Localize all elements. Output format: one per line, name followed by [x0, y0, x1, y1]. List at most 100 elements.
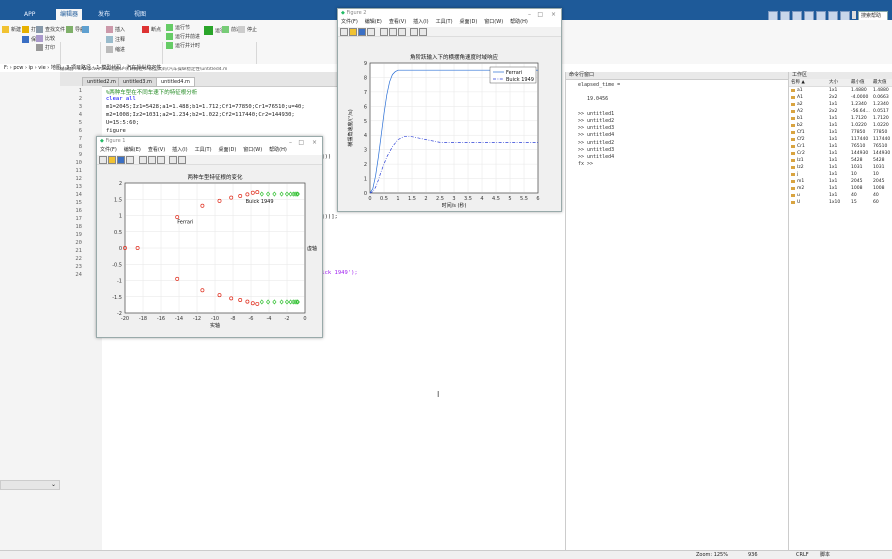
stop-button[interactable]: 停止: [238, 26, 257, 33]
run-advance-button[interactable]: 运行并前进: [166, 33, 200, 40]
compare-button[interactable]: 比较: [36, 35, 55, 42]
menu-item[interactable]: 文件(F): [341, 19, 358, 25]
tab-view[interactable]: 视图: [130, 9, 150, 20]
table-cell: b2: [797, 123, 803, 128]
property-editor-icon[interactable]: [178, 156, 186, 164]
menu-item[interactable]: 工具(T): [436, 19, 453, 25]
insert-legend-icon[interactable]: [398, 28, 406, 36]
command-window[interactable]: 命令行窗口 elapsed_time = 19.0456 >> untitled1…: [566, 72, 789, 550]
table-row[interactable]: Cr1 1x1 76510 76510: [789, 143, 892, 150]
table-row[interactable]: Iz2 1x1 1031 1031: [789, 164, 892, 171]
tab-app[interactable]: APP: [20, 9, 39, 20]
figure-2-titlebar[interactable]: ◆ Figure 2 – □ ×: [338, 9, 561, 18]
figure-1-window[interactable]: ◆ Figure 1 – □ × 文件(F) 编辑(E) 查看(V) 插入(I) 工具(…: [96, 136, 323, 338]
table-cell: 2045: [851, 179, 863, 184]
table-row[interactable]: A2 2x2 -56.64... 0.0517: [789, 108, 892, 115]
figure-1-titlebar[interactable]: ◆ Figure 1 – □ ×: [97, 137, 322, 146]
code-line[interactable]: %两种车型在不同车速下的特征根分析: [106, 88, 197, 96]
table-row[interactable]: b1 1x1 1.7120 1.7120: [789, 115, 892, 122]
menu-item[interactable]: 工具(T): [195, 147, 212, 153]
code-line[interactable]: clear all: [106, 96, 136, 102]
column-header-size[interactable]: 大小: [829, 79, 838, 86]
insert-colorbar-icon[interactable]: [148, 156, 156, 164]
figure-1-plot[interactable]: -20 -18 -16 -14 -12 -10 -8 -6 -4 -2 021.510.50-0.5…: [97, 165, 322, 337]
new-figure-icon[interactable]: [99, 156, 107, 164]
nav-arrow-button[interactable]: [82, 26, 91, 33]
table-row[interactable]: a2 1x1 1.2340 1.2340: [789, 101, 892, 108]
print-icon[interactable]: [126, 156, 134, 164]
code-line[interactable]: figure: [106, 128, 126, 134]
table-row[interactable]: j 1x1 10 10: [789, 171, 892, 178]
workspace-pane: 工作区 名称 ▲ 大小 最小值 最大值 a1 1x1 1.4880 1.4880 A1 2…: [789, 72, 892, 550]
new-figure-icon[interactable]: [340, 28, 348, 36]
menu-item[interactable]: 桌面(D): [219, 147, 237, 153]
property-editor-icon[interactable]: [419, 28, 427, 36]
code-line[interactable]: U=15:5:60;: [106, 120, 139, 126]
breakpoints-button[interactable]: 断点: [142, 26, 161, 33]
tab-publish[interactable]: 发布: [94, 9, 114, 20]
menu-item[interactable]: 编辑(E): [365, 19, 382, 25]
menu-item[interactable]: 查看(V): [389, 19, 406, 25]
table-row[interactable]: Iz1 1x1 5428 5428: [789, 157, 892, 164]
table-row[interactable]: Cf1 1x1 77850 77850: [789, 129, 892, 136]
table-row[interactable]: A1 2x2 -4.0000 0.0663: [789, 94, 892, 101]
figure-2-title: Figure 2: [346, 10, 367, 16]
table-cell: Cr1: [797, 144, 805, 149]
open-file-icon[interactable]: [108, 156, 116, 164]
link-plot-icon[interactable]: [380, 28, 388, 36]
menu-item[interactable]: 桌面(D): [460, 19, 478, 25]
open-file-icon[interactable]: [349, 28, 357, 36]
table-row[interactable]: m1 1x1 2045 2045: [789, 178, 892, 185]
column-header-name[interactable]: 名称 ▲: [791, 79, 805, 86]
print-icon[interactable]: [367, 28, 375, 36]
run-section-button[interactable]: 运行节: [166, 24, 190, 31]
command-window-header: 命令行窗口: [566, 72, 788, 80]
menu-item[interactable]: 查看(V): [148, 147, 165, 153]
table-cell: 1008: [873, 186, 885, 191]
menu-item[interactable]: 窗口(W): [243, 147, 262, 153]
edit-plot-icon[interactable]: [410, 28, 418, 36]
menu-item[interactable]: 帮助(H): [269, 147, 287, 153]
figure-2-plot[interactable]: 0 0.5 1 1.5 2 2.5 3 3.5 4 4.5 5 5.5 6 9 8 7 6 5 4 3 2 1 0 角阶跃输入…: [338, 37, 561, 211]
dropdown-icon[interactable]: [852, 11, 856, 19]
new-button[interactable]: 新建: [2, 26, 21, 33]
table-row[interactable]: U 1x10 15 60: [789, 199, 892, 206]
column-header-max[interactable]: 最大值: [873, 79, 887, 86]
find-files-button[interactable]: 查找文件: [36, 26, 65, 33]
code-line[interactable]: m1=2045;Iz1=5428;a1=1.488;b1=1.712;Cf1=7…: [106, 104, 305, 110]
tab-editor[interactable]: 编辑器: [56, 9, 83, 20]
comment-button[interactable]: 注释: [106, 36, 125, 43]
save-icon[interactable]: [117, 156, 125, 164]
menu-item[interactable]: 帮助(H): [510, 19, 528, 25]
column-header-min[interactable]: 最小值: [851, 79, 865, 86]
table-row[interactable]: b2 1x1 1.0220 1.0220: [789, 122, 892, 129]
insert-colorbar-icon[interactable]: [389, 28, 397, 36]
table-row[interactable]: Cr2 1x1 144930 144930: [789, 150, 892, 157]
table-row[interactable]: Cf2 1x1 117440 117440: [789, 136, 892, 143]
table-row[interactable]: u 1x1 40 40: [789, 192, 892, 199]
insert-legend-icon[interactable]: [157, 156, 165, 164]
chevron-down-icon[interactable]: ⌄: [51, 481, 56, 488]
menu-item[interactable]: 插入(I): [172, 147, 187, 153]
edit-plot-icon[interactable]: [169, 156, 177, 164]
x-tick-label: 5.5: [520, 196, 528, 202]
insert-button[interactable]: 插入: [106, 26, 125, 33]
save-icon: [22, 36, 29, 43]
code-line[interactable]: m2=1008;Iz2=1031;a2=1.234;b2=1.022;Cf2=1…: [106, 112, 295, 118]
table-row[interactable]: m2 1x1 1008 1008: [789, 185, 892, 192]
save-icon[interactable]: [358, 28, 366, 36]
print-button[interactable]: 打印: [36, 44, 55, 51]
x-tick-label: 4: [480, 196, 483, 202]
menu-item[interactable]: 窗口(W): [484, 19, 503, 25]
x-tick-label: 1.5: [408, 196, 416, 202]
figure-2-window[interactable]: ◆ Figure 2 – □ × 文件(F) 编辑(E) 查看(V) 插入(I) 工具(…: [337, 8, 562, 212]
table-cell: 0.0517: [873, 109, 889, 114]
menu-item[interactable]: 编辑(E): [124, 147, 141, 153]
table-row[interactable]: a1 1x1 1.4880 1.4880: [789, 87, 892, 94]
details-collapse-bar[interactable]: ⌄: [0, 480, 60, 490]
run-time-button[interactable]: 运行并计时: [166, 42, 200, 49]
menu-item[interactable]: 插入(I): [413, 19, 428, 25]
indent-button[interactable]: 缩进: [106, 46, 125, 53]
link-plot-icon[interactable]: [139, 156, 147, 164]
menu-item[interactable]: 文件(F): [100, 147, 117, 153]
